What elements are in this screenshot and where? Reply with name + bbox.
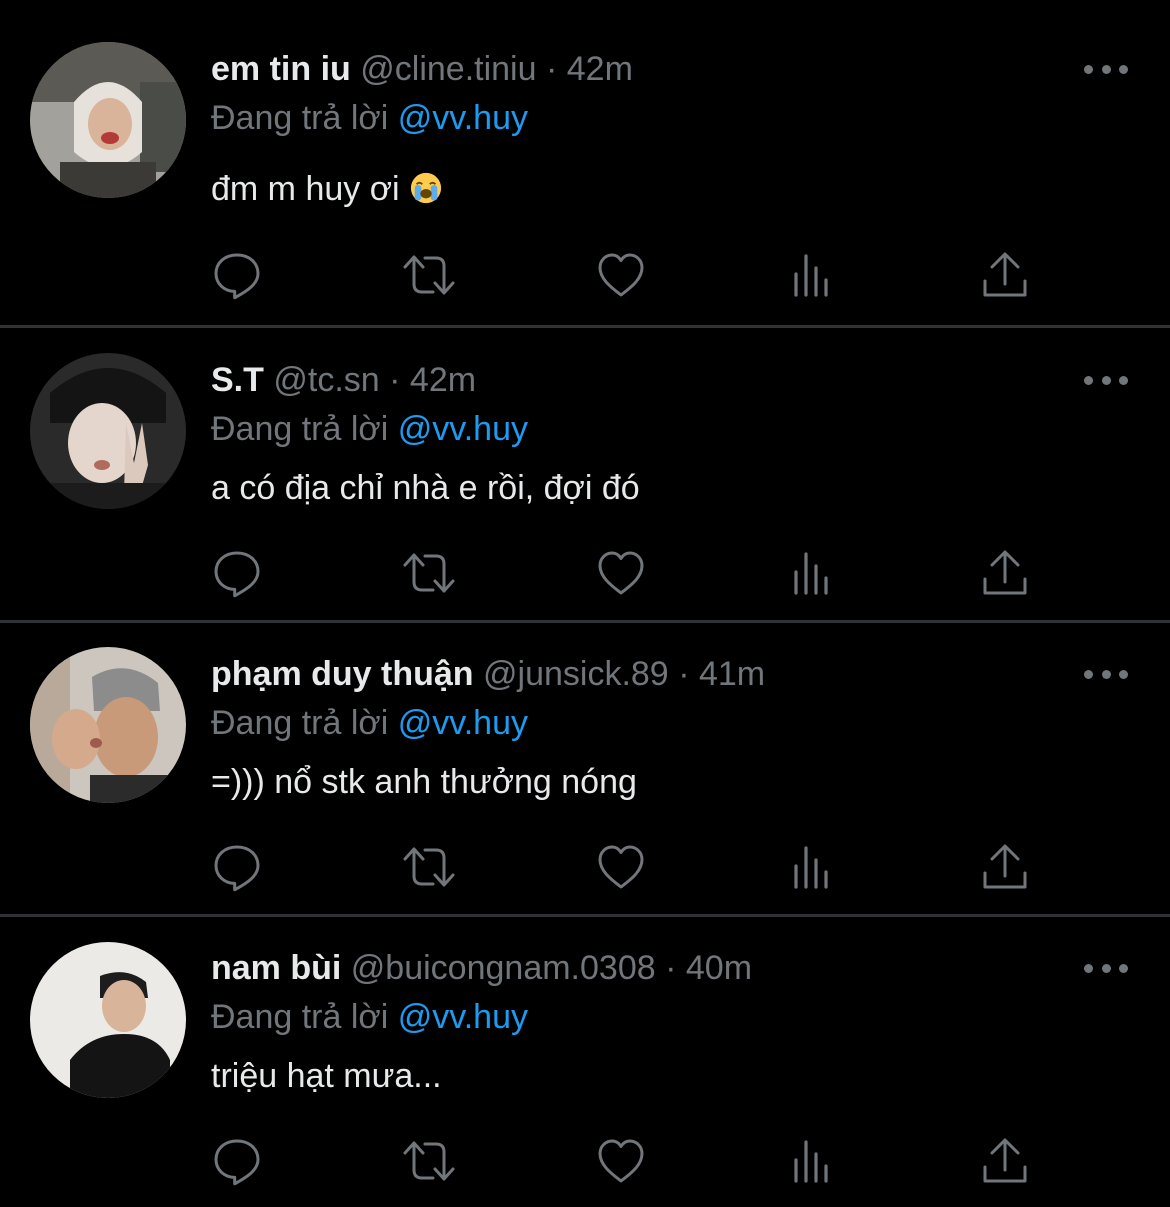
- tweet-reply[interactable]: S.T @tc.sn · 42m Đang trả lời @vv.huy a …: [0, 325, 1170, 620]
- separator: ·: [545, 50, 558, 88]
- tweet-text-content: a có địa chỉ nhà e rồi, đợi đó: [211, 469, 640, 507]
- retweet-icon[interactable]: [402, 840, 456, 894]
- separator: ·: [678, 655, 690, 693]
- avatar[interactable]: [30, 647, 186, 803]
- handle[interactable]: @buicongnam.0308: [351, 949, 656, 987]
- tweet-text: a có địa chỉ nhà e rồi, đợi đó: [211, 465, 640, 511]
- more-options-icon[interactable]: [1084, 370, 1128, 390]
- reply-prefix: Đang trả lời: [211, 99, 389, 137]
- like-icon[interactable]: [594, 840, 648, 894]
- share-icon[interactable]: [978, 546, 1032, 600]
- more-options-icon[interactable]: [1084, 59, 1128, 79]
- reply-icon[interactable]: [210, 840, 264, 894]
- timestamp[interactable]: 42m: [567, 50, 633, 88]
- more-options-icon[interactable]: [1084, 958, 1128, 978]
- reply-icon[interactable]: [210, 546, 264, 600]
- tweet-header: em tin iu @cline.tiniu · 42m: [211, 44, 633, 94]
- reply-context: Đang trả lời @vv.huy: [211, 995, 528, 1039]
- retweet-icon[interactable]: [402, 1134, 456, 1188]
- avatar-photo: [30, 647, 186, 803]
- reply-mention-link[interactable]: @vv.huy: [398, 998, 528, 1036]
- timestamp[interactable]: 40m: [686, 949, 752, 987]
- avatar[interactable]: [30, 42, 186, 198]
- action-bar: [0, 840, 1170, 894]
- avatar-photo: [30, 353, 186, 509]
- tweet-text: =))) nổ stk anh thưởng nóng: [211, 759, 637, 805]
- separator: ·: [389, 361, 401, 399]
- tweet-header: phạm duy thuận @junsick.89 · 41m: [211, 649, 765, 699]
- tweet-reply[interactable]: phạm duy thuận @junsick.89 · 41m Đang tr…: [0, 620, 1170, 914]
- reply-mention-link[interactable]: @vv.huy: [398, 410, 528, 448]
- retweet-icon[interactable]: [402, 248, 456, 302]
- tweet-text-content: =))) nổ stk anh thưởng nóng: [211, 763, 637, 801]
- reply-context: Đang trả lời @vv.huy: [211, 96, 528, 140]
- retweet-icon[interactable]: [402, 546, 456, 600]
- reply-context: Đang trả lời @vv.huy: [211, 407, 528, 451]
- tweet-text-content: triệu hạt mưa...: [211, 1057, 442, 1095]
- timestamp[interactable]: 42m: [410, 361, 476, 399]
- action-bar: [0, 1134, 1170, 1188]
- timestamp[interactable]: 41m: [699, 655, 765, 693]
- like-icon[interactable]: [594, 1134, 648, 1188]
- like-icon[interactable]: [594, 248, 648, 302]
- display-name[interactable]: phạm duy thuận: [211, 655, 474, 693]
- tweet-reply[interactable]: em tin iu @cline.tiniu · 42m Đang trả lờ…: [0, 0, 1170, 325]
- reply-context: Đang trả lời @vv.huy: [211, 701, 528, 745]
- handle[interactable]: @cline.tiniu: [360, 50, 536, 88]
- more-options-icon[interactable]: [1084, 664, 1128, 684]
- tweet-text-content: đm m huy ơi: [211, 170, 400, 208]
- display-name[interactable]: em tin iu: [211, 50, 351, 88]
- display-name[interactable]: S.T: [211, 361, 264, 399]
- avatar-photo: [30, 42, 186, 198]
- reply-prefix: Đang trả lời: [211, 998, 389, 1036]
- share-icon[interactable]: [978, 840, 1032, 894]
- reply-prefix: Đang trả lời: [211, 410, 389, 448]
- views-icon[interactable]: [786, 248, 840, 302]
- separator: ·: [665, 949, 677, 987]
- reply-icon[interactable]: [210, 248, 264, 302]
- share-icon[interactable]: [978, 248, 1032, 302]
- handle[interactable]: @junsick.89: [483, 655, 669, 693]
- avatar[interactable]: [30, 942, 186, 1098]
- loudly-crying-face-icon: [410, 172, 442, 204]
- reply-icon[interactable]: [210, 1134, 264, 1188]
- tweet-text: đm m huy ơi: [211, 166, 443, 212]
- action-bar: [0, 546, 1170, 600]
- tweet-header: S.T @tc.sn · 42m: [211, 355, 476, 405]
- reply-prefix: Đang trả lời: [211, 704, 389, 742]
- share-icon[interactable]: [978, 1134, 1032, 1188]
- views-icon[interactable]: [786, 546, 840, 600]
- views-icon[interactable]: [786, 840, 840, 894]
- avatar-photo: [30, 942, 186, 1098]
- tweet-reply[interactable]: nam bùi @buicongnam.0308 · 40m Đang trả …: [0, 914, 1170, 1207]
- action-bar: [0, 248, 1170, 302]
- display-name[interactable]: nam bùi: [211, 949, 341, 987]
- tweet-header: nam bùi @buicongnam.0308 · 40m: [211, 943, 752, 993]
- avatar[interactable]: [30, 353, 186, 509]
- reply-mention-link[interactable]: @vv.huy: [398, 99, 528, 137]
- tweet-text: triệu hạt mưa...: [211, 1053, 442, 1099]
- handle[interactable]: @tc.sn: [273, 361, 379, 399]
- views-icon[interactable]: [786, 1134, 840, 1188]
- like-icon[interactable]: [594, 546, 648, 600]
- reply-mention-link[interactable]: @vv.huy: [398, 704, 528, 742]
- reply-feed: em tin iu @cline.tiniu · 42m Đang trả lờ…: [0, 0, 1170, 1207]
